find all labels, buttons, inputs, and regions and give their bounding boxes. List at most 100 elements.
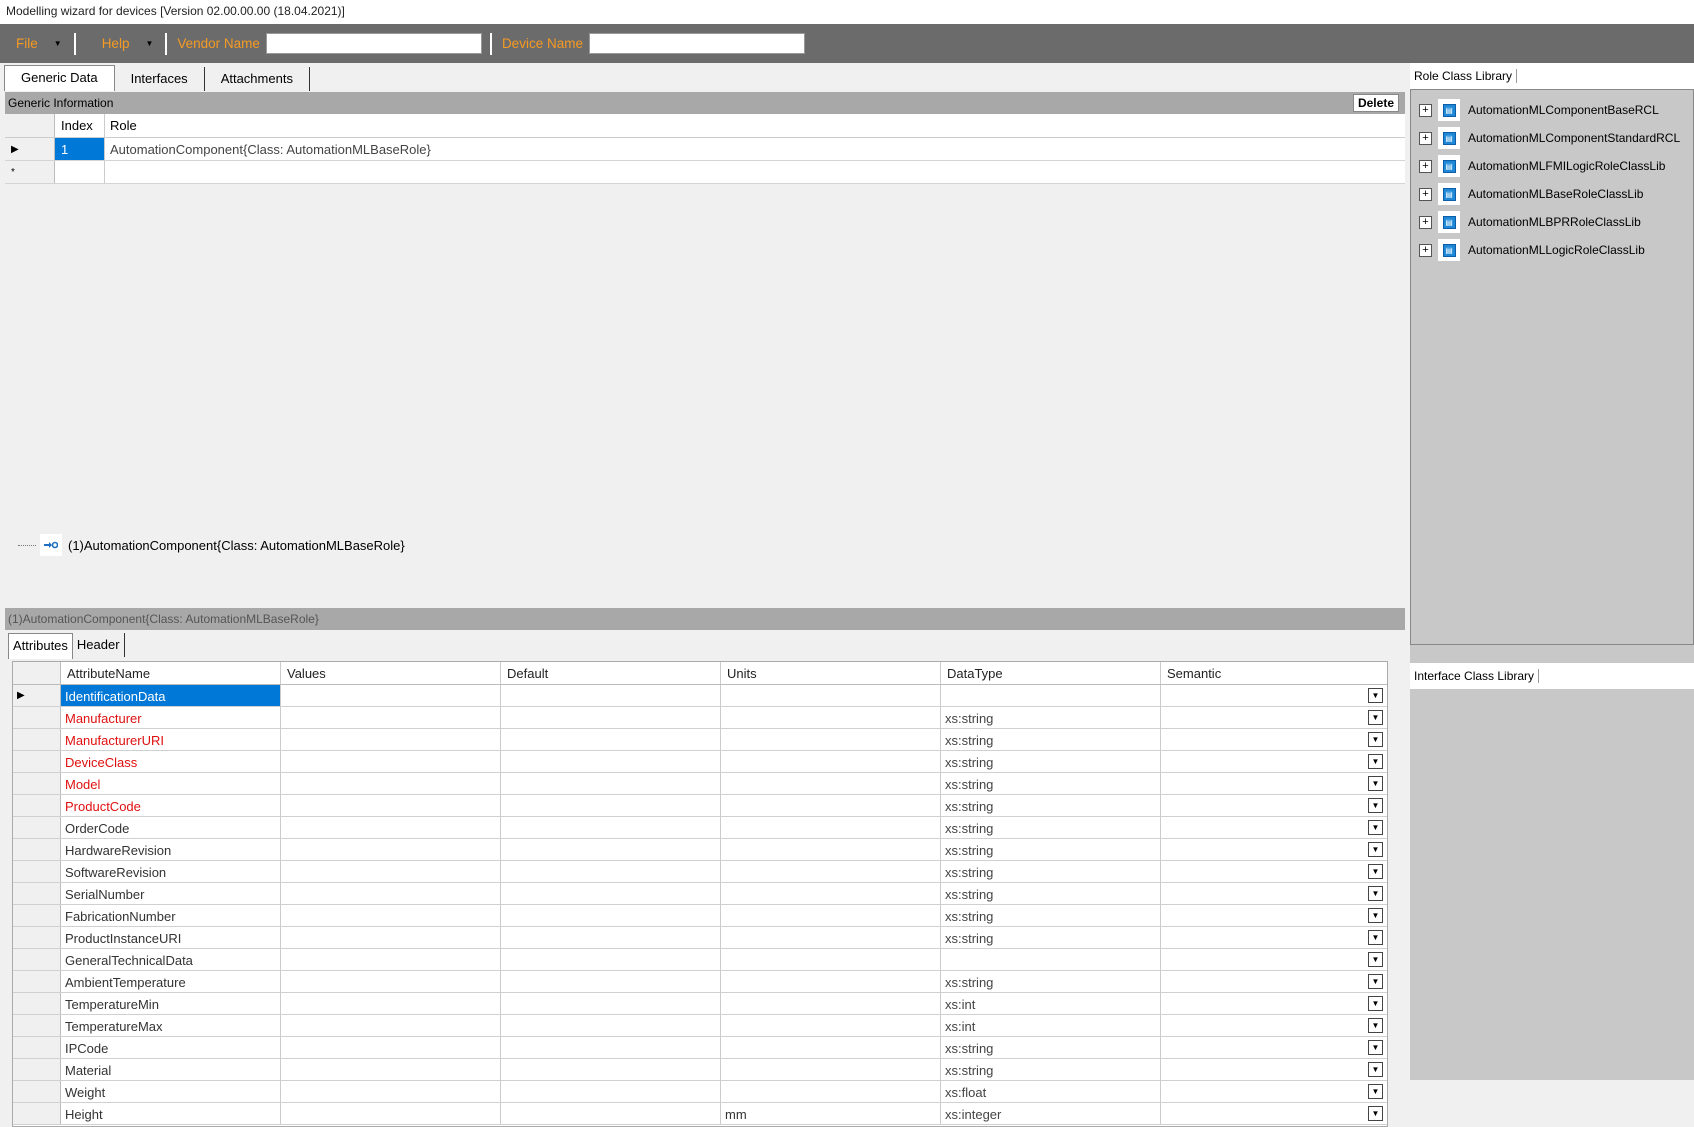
units-cell[interactable] [721,949,941,970]
row-selector-cell[interactable] [13,905,61,926]
values-cell[interactable] [281,971,501,992]
default-cell[interactable] [501,751,721,772]
tab-header[interactable]: Header [72,633,125,657]
semantic-cell[interactable]: ▼ [1161,971,1387,992]
semantic-cell[interactable]: ▼ [1161,773,1387,794]
attribute-name-cell[interactable]: TemperatureMin [61,993,281,1014]
default-cell[interactable] [501,1103,721,1124]
datatype-cell[interactable]: xs:string [941,817,1161,838]
values-cell[interactable] [281,1059,501,1080]
semantic-cell[interactable]: ▼ [1161,1059,1387,1080]
values-cell[interactable] [281,1103,501,1124]
default-cell[interactable] [501,1081,721,1102]
values-cell[interactable] [281,993,501,1014]
table-row[interactable]: HardwareRevision xs:string ▼ [13,839,1387,861]
units-cell[interactable] [721,839,941,860]
table-row[interactable]: ▶ IdentificationData ▼ [13,685,1387,707]
attribute-name-cell[interactable]: DeviceClass [61,751,281,772]
units-cell[interactable]: mm [721,1103,941,1124]
dropdown-icon[interactable]: ▼ [1368,842,1383,857]
semantic-cell[interactable]: ▼ [1161,1081,1387,1102]
role-column-header[interactable]: Role [105,114,1405,137]
values-cell[interactable] [281,773,501,794]
table-row[interactable]: Manufacturer xs:string ▼ [13,707,1387,729]
semantic-cell[interactable]: ▼ [1161,751,1387,772]
dropdown-icon[interactable]: ▼ [1368,710,1383,725]
table-row[interactable]: ▶ 1 AutomationComponent{Class: Automatio… [5,138,1405,161]
attribute-name-cell[interactable]: SerialNumber [61,883,281,904]
values-cell[interactable] [281,751,501,772]
default-cell[interactable] [501,729,721,750]
dropdown-icon[interactable]: ▼ [1368,798,1383,813]
dropdown-icon[interactable]: ▼ [1368,1084,1383,1099]
semantic-cell[interactable]: ▼ [1161,1103,1387,1124]
row-selector-cell[interactable] [13,883,61,904]
library-item-label[interactable]: AutomationMLBaseRoleClassLib [1468,187,1643,201]
dropdown-icon[interactable]: ▼ [1368,688,1383,703]
table-row[interactable]: SerialNumber xs:string ▼ [13,883,1387,905]
semantic-cell[interactable]: ▼ [1161,795,1387,816]
default-cell[interactable] [501,773,721,794]
default-cell[interactable] [501,1015,721,1036]
attribute-name-cell[interactable]: FabricationNumber [61,905,281,926]
units-cell[interactable] [721,971,941,992]
semantic-cell[interactable]: ▼ [1161,685,1387,706]
attribute-name-cell[interactable]: HardwareRevision [61,839,281,860]
attribute-name-cell[interactable]: GeneralTechnicalData [61,949,281,970]
row-selector-cell[interactable] [13,1015,61,1036]
attribute-name-cell[interactable]: Manufacturer [61,707,281,728]
row-selector-cell[interactable] [13,839,61,860]
values-cell[interactable] [281,1015,501,1036]
role-cell[interactable]: AutomationComponent{Class: AutomationMLB… [105,138,1405,160]
attribute-name-cell[interactable]: Weight [61,1081,281,1102]
default-cell[interactable] [501,817,721,838]
default-cell[interactable] [501,971,721,992]
interface-class-library-title[interactable]: Interface Class Library [1410,669,1540,683]
library-item-label[interactable]: AutomationMLLogicRoleClassLib [1468,243,1645,257]
tab-generic-data[interactable]: Generic Data [4,65,115,91]
semantic-cell[interactable]: ▼ [1161,883,1387,904]
expand-icon[interactable]: + [1419,103,1432,117]
default-cell[interactable] [501,1059,721,1080]
datatype-cell[interactable]: xs:int [941,1015,1161,1036]
library-item-label[interactable]: AutomationMLComponentStandardRCL [1468,131,1680,145]
dropdown-icon[interactable]: ▼ [1368,930,1383,945]
values-cell[interactable] [281,1037,501,1058]
row-selector-icon[interactable]: ▶ [5,138,55,160]
table-row[interactable]: TemperatureMin xs:int ▼ [13,993,1387,1015]
library-item-label[interactable]: AutomationMLFMILogicRoleClassLib [1468,159,1665,173]
table-row[interactable]: Model xs:string ▼ [13,773,1387,795]
dropdown-icon[interactable]: ▼ [1368,1040,1383,1055]
row-selector-cell[interactable] [13,817,61,838]
units-cell[interactable] [721,1059,941,1080]
values-cell[interactable] [281,1081,501,1102]
default-cell[interactable] [501,1037,721,1058]
attribute-name-cell[interactable]: OrderCode [61,817,281,838]
values-cell[interactable] [281,729,501,750]
index-column-header[interactable]: Index [55,114,105,137]
attribute-name-cell[interactable]: ManufacturerURI [61,729,281,750]
semantic-cell[interactable]: ▼ [1161,927,1387,948]
column-header-semantic[interactable]: Semantic [1161,662,1387,684]
datatype-cell[interactable]: xs:integer [941,1103,1161,1124]
library-item[interactable]: + ▤ AutomationMLFMILogicRoleClassLib [1411,152,1693,180]
attribute-name-cell[interactable]: Model [61,773,281,794]
dropdown-icon[interactable]: ▼ [1368,732,1383,747]
datatype-cell[interactable]: xs:string [941,839,1161,860]
values-cell[interactable] [281,795,501,816]
semantic-cell[interactable]: ▼ [1161,839,1387,860]
units-cell[interactable] [721,685,941,706]
datatype-cell[interactable]: xs:string [941,905,1161,926]
file-menu[interactable]: File ▼ [8,33,70,55]
dropdown-icon[interactable]: ▼ [1368,754,1383,769]
table-row[interactable]: ProductCode xs:string ▼ [13,795,1387,817]
row-selector-cell[interactable] [13,773,61,794]
library-item-label[interactable]: AutomationMLBPRRoleClassLib [1468,215,1641,229]
units-cell[interactable] [721,707,941,728]
attribute-name-cell[interactable]: ProductCode [61,795,281,816]
row-selector-cell[interactable] [13,707,61,728]
row-selector-cell[interactable] [13,751,61,772]
attribute-name-cell[interactable]: ProductInstanceURI [61,927,281,948]
semantic-cell[interactable]: ▼ [1161,993,1387,1014]
row-selector-cell[interactable] [13,795,61,816]
